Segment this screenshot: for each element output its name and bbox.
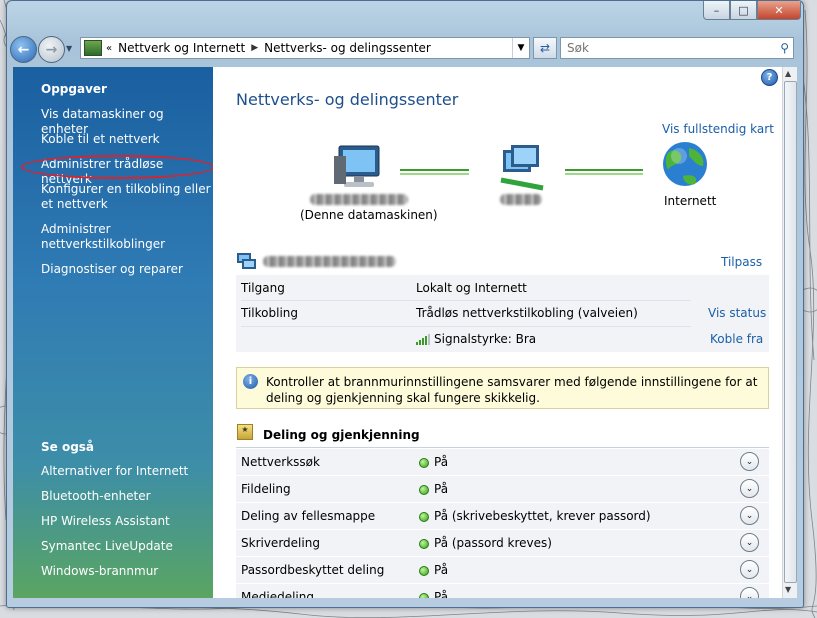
navigation-bar: ← → ▼ « Nettverk og Internett ▶ Nettverk…	[8, 32, 794, 63]
task-diagnose-repair[interactable]: Diagnostiser og reparer	[41, 262, 213, 277]
firewall-info-text: Kontroller at brannmurinnstillingene sam…	[266, 375, 758, 405]
sharing-row-status: På	[434, 482, 449, 496]
back-button[interactable]: ←	[10, 36, 37, 63]
sharing-row: Deling av fellesmappe På (skrivebeskytte…	[236, 502, 769, 530]
expand-chevron-icon[interactable]: ⌄	[740, 560, 759, 579]
sharing-row: Mediedeling På ⌄	[236, 583, 769, 598]
task-connect-network[interactable]: Koble til et nettverk	[41, 132, 213, 147]
sharing-row-status: På	[434, 563, 449, 577]
scroll-down-icon[interactable]: ▼	[785, 585, 791, 594]
sharing-row-label: Mediedeling	[241, 590, 314, 598]
sharing-row-status: På	[434, 455, 449, 469]
access-label: Tilgang	[241, 281, 285, 295]
network-name-redacted	[263, 256, 396, 267]
overflow-chevron-icon[interactable]: «	[106, 43, 112, 54]
expand-chevron-icon[interactable]: ⌄	[740, 533, 759, 552]
address-dropdown-icon[interactable]: ▼	[512, 38, 529, 58]
sharing-row-label: Passordbeskyttet deling	[241, 563, 385, 577]
see-also-hp-wireless[interactable]: HP Wireless Assistant	[41, 514, 213, 529]
search-box[interactable]: ⚲	[560, 37, 794, 59]
row-divider	[241, 326, 691, 327]
status-on-icon	[419, 566, 429, 576]
status-on-icon	[419, 593, 429, 598]
sharing-row-status: På	[434, 590, 449, 598]
signal-strength-value: Signalstyrke: Bra	[434, 332, 537, 346]
network-name-redacted	[500, 194, 542, 205]
network-computers-icon	[237, 253, 256, 269]
vertical-scrollbar[interactable]: ▲ ▼	[782, 67, 797, 598]
history-dropdown-icon[interactable]: ▼	[66, 44, 72, 53]
see-also-heading: Se også	[41, 440, 95, 454]
see-also-firewall[interactable]: Windows-brannmur	[41, 564, 213, 579]
sharing-row: Nettverkssøk På ⌄	[236, 448, 769, 476]
scrollbar-thumb[interactable]	[784, 81, 797, 583]
sharing-row-status: På (passord kreves)	[434, 536, 552, 550]
address-bar[interactable]: « Nettverk og Internett ▶ Nettverks- og …	[80, 37, 530, 59]
row-divider	[241, 300, 691, 301]
scroll-up-icon[interactable]: ▲	[785, 69, 791, 78]
customize-link[interactable]: Tilpass	[721, 255, 762, 269]
task-manage-connections[interactable]: Administrer nettverkstilkoblinger	[41, 222, 213, 252]
breadcrumb-separator-icon[interactable]: ▶	[251, 43, 258, 53]
status-on-icon	[419, 485, 429, 495]
info-icon: i	[243, 374, 258, 389]
full-map-link[interactable]: Vis fullstendig kart	[662, 122, 774, 136]
see-also-symantec[interactable]: Symantec LiveUpdate	[41, 539, 213, 554]
task-pane: Oppgaver Vis datamaskiner og enheter Kob…	[13, 67, 215, 598]
see-also-bluetooth[interactable]: Bluetooth-enheter	[41, 489, 213, 504]
help-icon[interactable]: ?	[761, 69, 778, 86]
breadcrumb-item[interactable]: Nettverks- og delingssenter	[264, 41, 431, 55]
sharing-row-status: På (skrivebeskyttet, krever passord)	[434, 509, 651, 523]
minimize-button[interactable]: –	[703, 1, 730, 20]
network-icon	[500, 145, 544, 191]
sharing-row: Skriverdeling På (passord kreves) ⌄	[236, 529, 769, 557]
status-on-icon	[419, 458, 429, 468]
view-status-link[interactable]: Vis status	[708, 306, 766, 320]
signal-strength-icon	[416, 334, 430, 345]
expand-chevron-icon[interactable]: ⌄	[740, 587, 759, 598]
status-on-icon	[419, 539, 429, 549]
connection-value: Trådløs nettverkstilkobling (valveien)	[416, 306, 638, 320]
computer-name-redacted	[310, 194, 408, 205]
disconnect-link[interactable]: Koble fra	[710, 332, 763, 346]
expand-chevron-icon[interactable]: ⌄	[740, 479, 759, 498]
breadcrumb-item[interactable]: Nettverk og Internett	[118, 41, 245, 55]
sharing-row: Fildeling På ⌄	[236, 475, 769, 503]
internet-globe-icon	[663, 142, 707, 186]
sharing-row-label: Fildeling	[241, 482, 291, 496]
sharing-row-label: Skriverdeling	[241, 536, 320, 550]
sharing-row-label: Deling av fellesmappe	[241, 509, 376, 523]
sharing-row: Passordbeskyttet deling På ⌄	[236, 556, 769, 584]
sharing-icon: ★	[237, 424, 253, 440]
this-computer-label: (Denne datamaskinen)	[300, 208, 438, 222]
search-icon[interactable]: ⚲	[780, 41, 789, 55]
main-content: ? Nettverks- og delingssenter Vis fullst…	[213, 67, 782, 598]
close-button[interactable]: ✕	[757, 1, 801, 20]
connection-label: Tilkobling	[241, 306, 298, 320]
expand-chevron-icon[interactable]: ⌄	[740, 506, 759, 525]
window-caption-buttons: – □ ✕	[703, 1, 801, 20]
computer-icon	[334, 145, 380, 187]
access-value: Lokalt og Internett	[416, 281, 527, 295]
expand-chevron-icon[interactable]: ⌄	[740, 452, 759, 471]
maximize-button[interactable]: □	[730, 1, 757, 20]
task-setup-connection[interactable]: Konfigurer en tilkobling eller et nettve…	[41, 182, 213, 212]
internet-label: Internett	[664, 194, 717, 208]
forward-button[interactable]: →	[38, 36, 65, 63]
sharing-heading: Deling og gjenkjenning	[263, 428, 420, 442]
firewall-info-box: i Kontroller at brannmurinnstillingene s…	[236, 367, 769, 409]
status-on-icon	[419, 512, 429, 522]
see-also-internet-options[interactable]: Alternativer for Internett	[41, 464, 213, 479]
search-input[interactable]	[565, 40, 769, 56]
control-panel-icon	[84, 40, 102, 56]
sharing-row-label: Nettverkssøk	[241, 455, 320, 469]
tasks-heading: Oppgaver	[41, 82, 107, 96]
page-title: Nettverks- og delingssenter	[236, 90, 459, 109]
highlight-ellipse	[21, 155, 215, 179]
refresh-icon[interactable]: ⇄	[533, 37, 557, 59]
